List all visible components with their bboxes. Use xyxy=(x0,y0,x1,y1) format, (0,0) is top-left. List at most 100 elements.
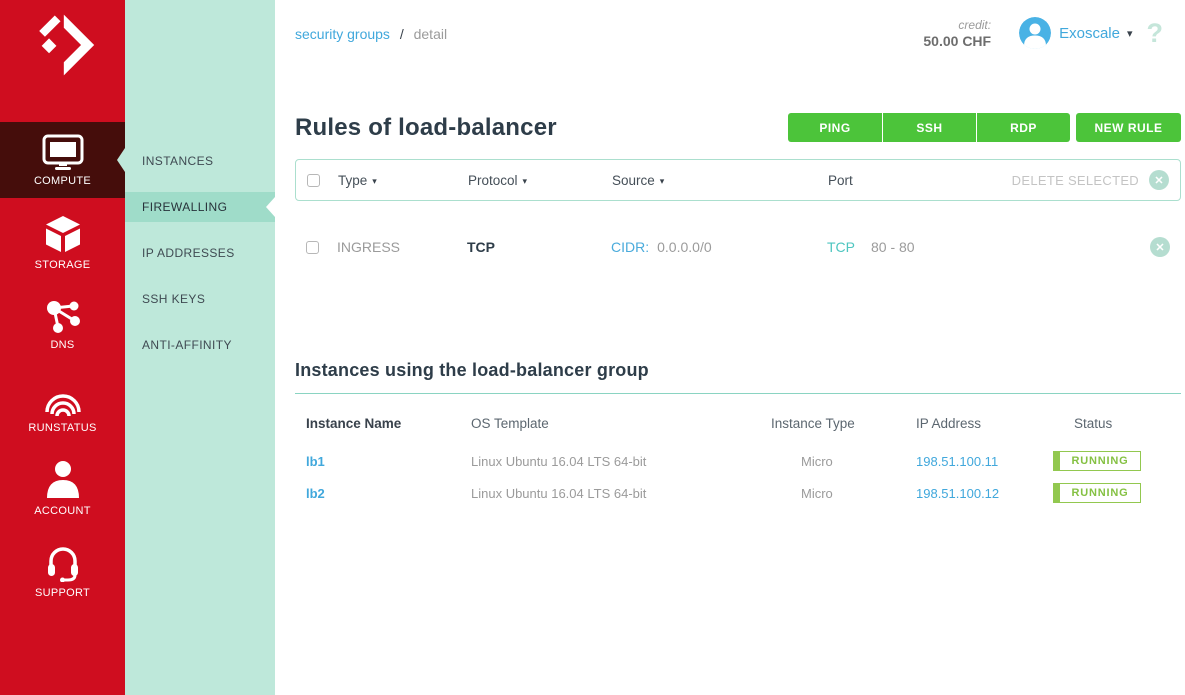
instances-table-header: Instance Name OS Template Instance Type … xyxy=(295,416,1181,431)
nav-label: STORAGE xyxy=(35,259,91,271)
status-badge: RUNNING xyxy=(1053,451,1141,471)
nav-support[interactable]: SUPPORT xyxy=(0,532,125,608)
nav-runstatus[interactable]: RUNSTATUS xyxy=(0,368,125,444)
headset-icon xyxy=(44,542,82,582)
row-checkbox[interactable] xyxy=(306,241,319,254)
nav-label: ACCOUNT xyxy=(34,505,91,517)
topbar-right: credit: 50.00 CHF Exoscale ▾ ? xyxy=(923,17,1181,49)
column-header-status: Status xyxy=(1053,416,1170,431)
exoscale-logo[interactable] xyxy=(0,0,125,122)
sort-caret-icon: ▾ xyxy=(660,176,665,186)
breadcrumb-link-security-groups[interactable]: security groups xyxy=(295,26,390,42)
sidebar-item-firewalling[interactable]: FIREWALLING xyxy=(125,192,275,222)
breadcrumb: security groups / detail xyxy=(295,26,447,42)
nav-account[interactable]: ACCOUNT xyxy=(0,450,125,526)
monitor-icon xyxy=(42,134,84,170)
sidebar-item-ip-addresses[interactable]: IP ADDRESSES xyxy=(125,238,275,268)
instances-section: Instances using the load-balancer group … xyxy=(295,360,1181,509)
exoscale-logo-icon xyxy=(30,13,96,122)
column-header-instance-type: Instance Type xyxy=(771,416,916,431)
rule-source-value: 0.0.0.0/0 xyxy=(657,239,712,255)
account-name: Exoscale xyxy=(1059,25,1120,42)
column-header-type[interactable]: Type ▾ xyxy=(338,173,468,188)
rules-section: Rules of load-balancer PING SSH RDP NEW … xyxy=(295,113,1181,272)
rule-row: INGRESS TCP CIDR: 0.0.0.0/0 TCP 80 - 80 ✕ xyxy=(295,222,1181,272)
rule-port-range: 80 - 80 xyxy=(871,239,915,255)
page-title: Rules of load-balancer xyxy=(295,114,557,142)
instance-row: lb2 Linux Ubuntu 16.04 LTS 64-bit Micro … xyxy=(295,477,1181,509)
sort-caret-icon: ▾ xyxy=(372,176,377,186)
instance-name-link[interactable]: lb1 xyxy=(306,454,471,469)
column-header-port: Port xyxy=(828,173,1012,188)
status-badge: RUNNING xyxy=(1053,483,1141,503)
delete-selected: DELETE SELECTED ✕ xyxy=(1012,170,1169,190)
instance-os-template: Linux Ubuntu 16.04 LTS 64-bit xyxy=(471,486,771,501)
rule-source-kind[interactable]: CIDR: xyxy=(611,239,649,255)
instance-row: lb1 Linux Ubuntu 16.04 LTS 64-bit Micro … xyxy=(295,445,1181,477)
app-window: COMPUTE STORAGE xyxy=(0,0,1185,695)
sidebar-item-anti-affinity[interactable]: ANTI-AFFINITY xyxy=(125,330,275,360)
nav-label: SUPPORT xyxy=(35,587,90,599)
avatar[interactable] xyxy=(1019,17,1051,49)
nav-storage[interactable]: STORAGE xyxy=(0,204,125,280)
rules-actions: PING SSH RDP NEW RULE xyxy=(788,113,1181,142)
sidebar-item-instances[interactable]: INSTANCES xyxy=(125,146,275,176)
credit-display: credit: 50.00 CHF xyxy=(923,18,991,49)
person-icon xyxy=(45,460,81,500)
column-header-instance-name: Instance Name xyxy=(306,416,471,431)
rule-port-protocol: TCP xyxy=(827,239,855,255)
delete-selected-label: DELETE SELECTED xyxy=(1012,173,1139,188)
account-menu[interactable]: Exoscale ▾ xyxy=(1059,25,1132,42)
sidebar-item-ssh-keys[interactable]: SSH KEYS xyxy=(125,284,275,314)
new-rule-button[interactable]: NEW RULE xyxy=(1076,113,1181,142)
rule-source: CIDR: 0.0.0.0/0 xyxy=(611,239,827,255)
column-label: Protocol xyxy=(468,173,518,188)
instance-ip-link[interactable]: 198.51.100.12 xyxy=(916,486,1053,501)
instance-type: Micro xyxy=(771,454,916,469)
nav-label: COMPUTE xyxy=(34,175,91,187)
delete-selected-icon[interactable]: ✕ xyxy=(1149,170,1169,190)
breadcrumb-current: detail xyxy=(414,26,447,42)
nav-label: DNS xyxy=(50,339,74,351)
primary-sidebar: COMPUTE STORAGE xyxy=(0,0,125,695)
secondary-sidebar: INSTANCES FIREWALLING IP ADDRESSES SSH K… xyxy=(125,0,275,695)
chevron-down-icon: ▾ xyxy=(1127,27,1133,40)
rule-protocol: TCP xyxy=(467,239,611,255)
delete-rule-icon[interactable]: ✕ xyxy=(1150,237,1170,257)
share-nodes-icon xyxy=(44,298,82,334)
breadcrumb-separator: / xyxy=(400,26,404,42)
nav-compute[interactable]: COMPUTE xyxy=(0,122,125,198)
credit-label: credit: xyxy=(923,18,991,32)
main-content: security groups / detail credit: 50.00 C… xyxy=(275,0,1185,695)
column-header-ip-address: IP Address xyxy=(916,416,1053,431)
instances-title: Instances using the load-balancer group xyxy=(295,360,1181,394)
column-header-source[interactable]: Source▾ xyxy=(612,173,828,188)
help-icon[interactable]: ? xyxy=(1147,18,1164,49)
rules-header: Rules of load-balancer PING SSH RDP NEW … xyxy=(295,113,1181,142)
instance-status-cell: RUNNING xyxy=(1053,451,1170,471)
sort-caret-icon: ▾ xyxy=(523,176,528,186)
column-header-protocol[interactable]: Protocol ▾ xyxy=(468,173,612,188)
instance-name-link[interactable]: lb2 xyxy=(306,486,471,501)
instance-ip-link[interactable]: 198.51.100.11 xyxy=(916,454,1053,469)
select-all-checkbox[interactable] xyxy=(307,174,320,187)
topbar: security groups / detail credit: 50.00 C… xyxy=(295,0,1181,49)
instance-type: Micro xyxy=(771,486,916,501)
cube-icon xyxy=(44,214,82,254)
rule-type: INGRESS xyxy=(337,239,467,255)
nav-dns[interactable]: DNS xyxy=(0,286,125,362)
instance-os-template: Linux Ubuntu 16.04 LTS 64-bit xyxy=(471,454,771,469)
rule-delete-cell: ✕ xyxy=(1150,237,1170,257)
column-header-os-template: OS Template xyxy=(471,416,771,431)
protocol-button-group: PING SSH RDP xyxy=(788,113,1070,142)
rdp-button[interactable]: RDP xyxy=(976,113,1070,142)
instance-status-cell: RUNNING xyxy=(1053,483,1170,503)
rule-port: TCP 80 - 80 xyxy=(827,239,1150,255)
ssh-button[interactable]: SSH xyxy=(882,113,976,142)
rules-table-header: Type ▾ Protocol ▾ Source▾ Port DELETE SELE… xyxy=(295,159,1181,201)
ping-button[interactable]: PING xyxy=(788,113,882,142)
primary-nav: COMPUTE STORAGE xyxy=(0,122,125,614)
nav-label: RUNSTATUS xyxy=(28,422,96,434)
column-label: Type xyxy=(338,173,367,188)
credit-value: 50.00 CHF xyxy=(923,33,991,49)
